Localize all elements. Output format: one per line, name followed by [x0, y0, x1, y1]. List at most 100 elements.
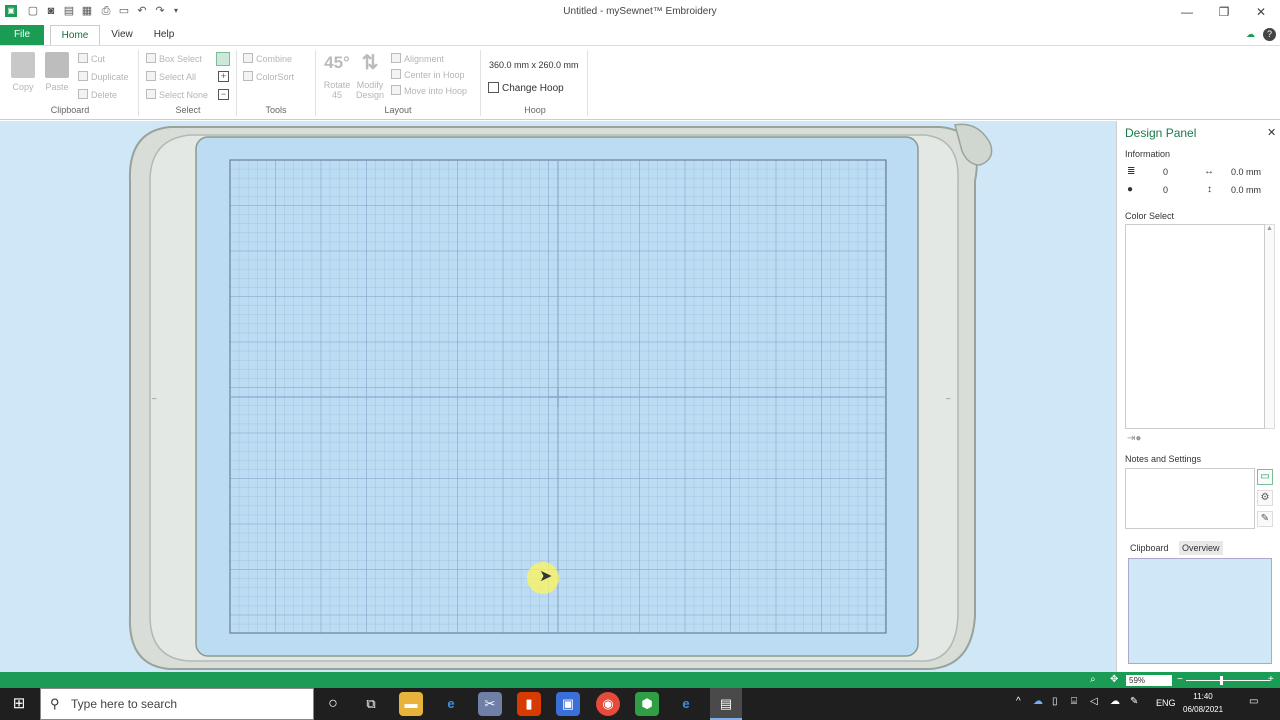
pan-icon[interactable]: ✥ [1110, 674, 1118, 685]
clipboard-group-label: Clipboard [50, 105, 90, 115]
paste-icon [45, 52, 69, 78]
edge-legacy-icon[interactable]: e [439, 692, 463, 716]
hoop-size-text: 360.0 mm x 260.0 mm [489, 60, 579, 70]
cortana-icon[interactable]: ○ [321, 692, 345, 716]
settings-gear-icon[interactable]: ⚙ [1257, 490, 1273, 506]
select-group-label: Select [175, 105, 201, 115]
office-icon[interactable]: ▮ [517, 692, 541, 716]
hoop-graphic: – – [128, 123, 993, 670]
center-in-hoop-icon [391, 69, 401, 79]
rotate-icon: 45° [324, 53, 350, 72]
chrome-icon[interactable]: ◉ [596, 692, 620, 716]
select-mode-icon[interactable] [216, 52, 230, 66]
status-bar: ⌕ ✥ 59% − + [0, 672, 1280, 688]
language-indicator[interactable]: ENG [1156, 698, 1176, 708]
cut-button[interactable]: Cut [78, 52, 105, 66]
minimize-button[interactable]: — [1177, 4, 1197, 20]
design-width: 0.0 mm [1231, 167, 1262, 177]
clipboard-preview [1128, 558, 1272, 664]
cloud-sync-icon[interactable]: ☁ [1110, 696, 1120, 707]
combine-button[interactable]: Combine [243, 52, 292, 66]
left-mark: – [152, 394, 157, 403]
copy-label: Copy [12, 82, 34, 92]
pen-icon[interactable]: ✎ [1130, 696, 1138, 707]
zoom-out-icon[interactable]: − [1177, 674, 1183, 685]
width-icon: ↔ [1204, 166, 1214, 177]
copy-button[interactable]: Copy [10, 52, 36, 92]
tab-view[interactable]: View [104, 25, 140, 45]
task-view-icon[interactable]: ⧉ [359, 692, 383, 716]
start-button[interactable]: ⊞ [0, 688, 38, 720]
restore-button[interactable]: ❐ [1214, 4, 1234, 20]
change-hoop-icon [488, 82, 499, 93]
box-select-icon [146, 53, 156, 63]
height-icon: ↕ [1207, 184, 1212, 195]
tab-file[interactable]: File [0, 25, 44, 45]
remove-selection-icon[interactable]: − [218, 89, 229, 100]
tray-chevron-icon[interactable]: ^ [1016, 696, 1021, 707]
zoom-slider-thumb[interactable] [1219, 676, 1223, 685]
alignment-button[interactable]: Alignment [391, 52, 444, 66]
alignment-icon [391, 53, 401, 63]
notifications-icon[interactable]: ▭ [1249, 696, 1258, 707]
close-button[interactable]: ✕ [1251, 4, 1271, 20]
design-canvas[interactable]: – – ➤ [0, 121, 1116, 672]
tab-clipboard[interactable]: Clipboard [1127, 541, 1172, 555]
snipping-icon[interactable]: ✂ [478, 692, 502, 716]
rotate-label: Rotate 45 [323, 80, 351, 100]
color-select-list[interactable] [1125, 224, 1265, 429]
delete-button[interactable]: Delete [78, 88, 117, 102]
add-selection-icon[interactable]: + [218, 71, 229, 82]
design-panel-close-button[interactable]: ✕ [1267, 126, 1276, 139]
edit-pencil-icon[interactable]: ✎ [1257, 511, 1273, 527]
color-select-scrollbar[interactable]: ▲ [1265, 224, 1275, 429]
edge-icon[interactable]: e [674, 692, 698, 716]
delete-icon [78, 89, 88, 99]
design-panel: Design Panel ✕ Information ≣ 0 ● 0 ↔ 0.0… [1116, 121, 1280, 672]
select-all-button[interactable]: Select All [146, 70, 196, 84]
tab-help[interactable]: Help [146, 25, 182, 45]
modify-design-button[interactable]: ⇅ Modify Design [354, 50, 386, 100]
cloud-status-icon[interactable]: ☁ [1244, 28, 1257, 41]
paste-button[interactable]: Paste [44, 52, 70, 92]
search-placeholder: Type here to search [71, 697, 178, 711]
tab-home[interactable]: Home [50, 25, 100, 45]
ribbon-tabs: File Home View Help ☁ ? [0, 25, 1280, 45]
change-hoop-button[interactable]: Change Hoop [488, 82, 564, 96]
select-none-button[interactable]: Select None [146, 88, 208, 102]
app-green-icon[interactable]: ⬢ [635, 692, 659, 716]
zoom-fit-icon[interactable]: ⌕ [1090, 674, 1096, 685]
copy-icon [11, 52, 35, 78]
battery-icon[interactable]: ▯ [1052, 696, 1058, 707]
mysewnet-icon[interactable]: ▤ [710, 688, 742, 720]
taskbar-search[interactable]: ⚲ Type here to search [40, 688, 314, 720]
photos-icon[interactable]: ▣ [556, 692, 580, 716]
box-select-button[interactable]: Box Select [146, 52, 202, 66]
divider [587, 50, 588, 116]
move-into-hoop-icon [391, 85, 401, 95]
zoom-slider[interactable] [1186, 680, 1270, 681]
select-all-icon [146, 71, 156, 81]
color-action-icon[interactable]: ⇥● [1127, 433, 1141, 444]
zoom-in-icon[interactable]: + [1268, 674, 1274, 685]
network-icon[interactable]: ⌸ [1071, 696, 1077, 707]
clock-date: 06/08/2021 [1183, 705, 1224, 714]
help-icon[interactable]: ? [1263, 28, 1276, 41]
volume-icon[interactable]: ◁ [1090, 696, 1098, 707]
file-explorer-icon[interactable]: ▬ [399, 692, 423, 716]
zoom-dropdown[interactable]: 59% [1126, 675, 1172, 686]
notes-textarea[interactable] [1125, 468, 1255, 529]
combine-icon [243, 53, 253, 63]
notes-comment-icon[interactable]: ▭ [1257, 469, 1273, 485]
tab-overview[interactable]: Overview [1179, 541, 1223, 555]
move-into-hoop-button[interactable]: Move into Hoop [391, 84, 467, 98]
duplicate-button[interactable]: Duplicate [78, 70, 129, 84]
clock-time: 11:40 [1193, 692, 1213, 701]
design-height: 0.0 mm [1231, 185, 1262, 195]
clock[interactable]: 11:40 06/08/2021 [1183, 690, 1223, 716]
colorsort-button[interactable]: ColorSort [243, 70, 294, 84]
right-mark: – [946, 394, 951, 403]
center-in-hoop-button[interactable]: Center in Hoop [391, 68, 465, 82]
rotate-button[interactable]: 45° Rotate 45 [322, 50, 352, 100]
onedrive-icon[interactable]: ☁ [1033, 696, 1043, 707]
